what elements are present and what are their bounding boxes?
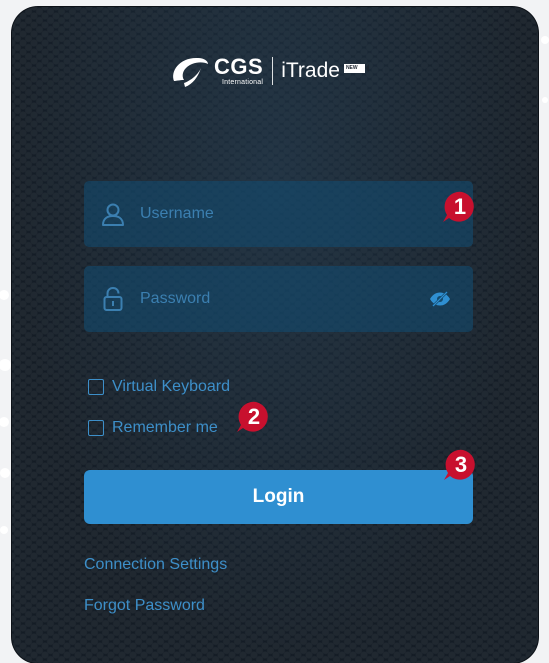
lock-icon	[103, 286, 123, 311]
product-name: iTrade	[281, 59, 340, 82]
connection-settings-link[interactable]: Connection Settings	[84, 556, 227, 574]
brand-sub: International	[222, 79, 264, 86]
cgs-logo-icon	[173, 57, 208, 87]
marker-number: 2	[247, 404, 261, 429]
marker-number: 1	[453, 194, 467, 219]
new-badge: NEW	[343, 63, 369, 73]
username-field[interactable]	[84, 181, 473, 247]
marker-number: 3	[454, 452, 468, 477]
brand-name-block: CGS International	[214, 54, 264, 87]
annotation-marker-1: 1	[441, 188, 479, 226]
eye-slash-icon[interactable]	[429, 291, 451, 307]
virtual-keyboard-checkbox[interactable]	[88, 379, 104, 395]
login-button[interactable]: Login	[84, 470, 473, 524]
username-input[interactable]	[140, 199, 473, 229]
annotation-marker-3: 3	[442, 446, 480, 484]
virtual-keyboard-option[interactable]: Virtual Keyboard	[88, 378, 230, 396]
brand-logo: CGS International iTrade NEW	[168, 51, 369, 91]
user-icon	[102, 203, 124, 226]
password-field[interactable]	[84, 266, 473, 332]
brand-divider	[272, 57, 274, 85]
virtual-keyboard-label: Virtual Keyboard	[112, 378, 230, 395]
remember-me-checkbox[interactable]	[88, 420, 104, 436]
annotation-marker-2: 2	[235, 398, 273, 436]
password-input[interactable]	[140, 284, 429, 314]
brand-name: CGS	[214, 54, 264, 79]
remember-me-label: Remember me	[112, 419, 218, 436]
login-card: CGS International iTrade NEW Virtual Key…	[12, 7, 538, 663]
forgot-password-link[interactable]: Forgot Password	[84, 597, 205, 615]
remember-me-option[interactable]: Remember me	[88, 419, 218, 437]
